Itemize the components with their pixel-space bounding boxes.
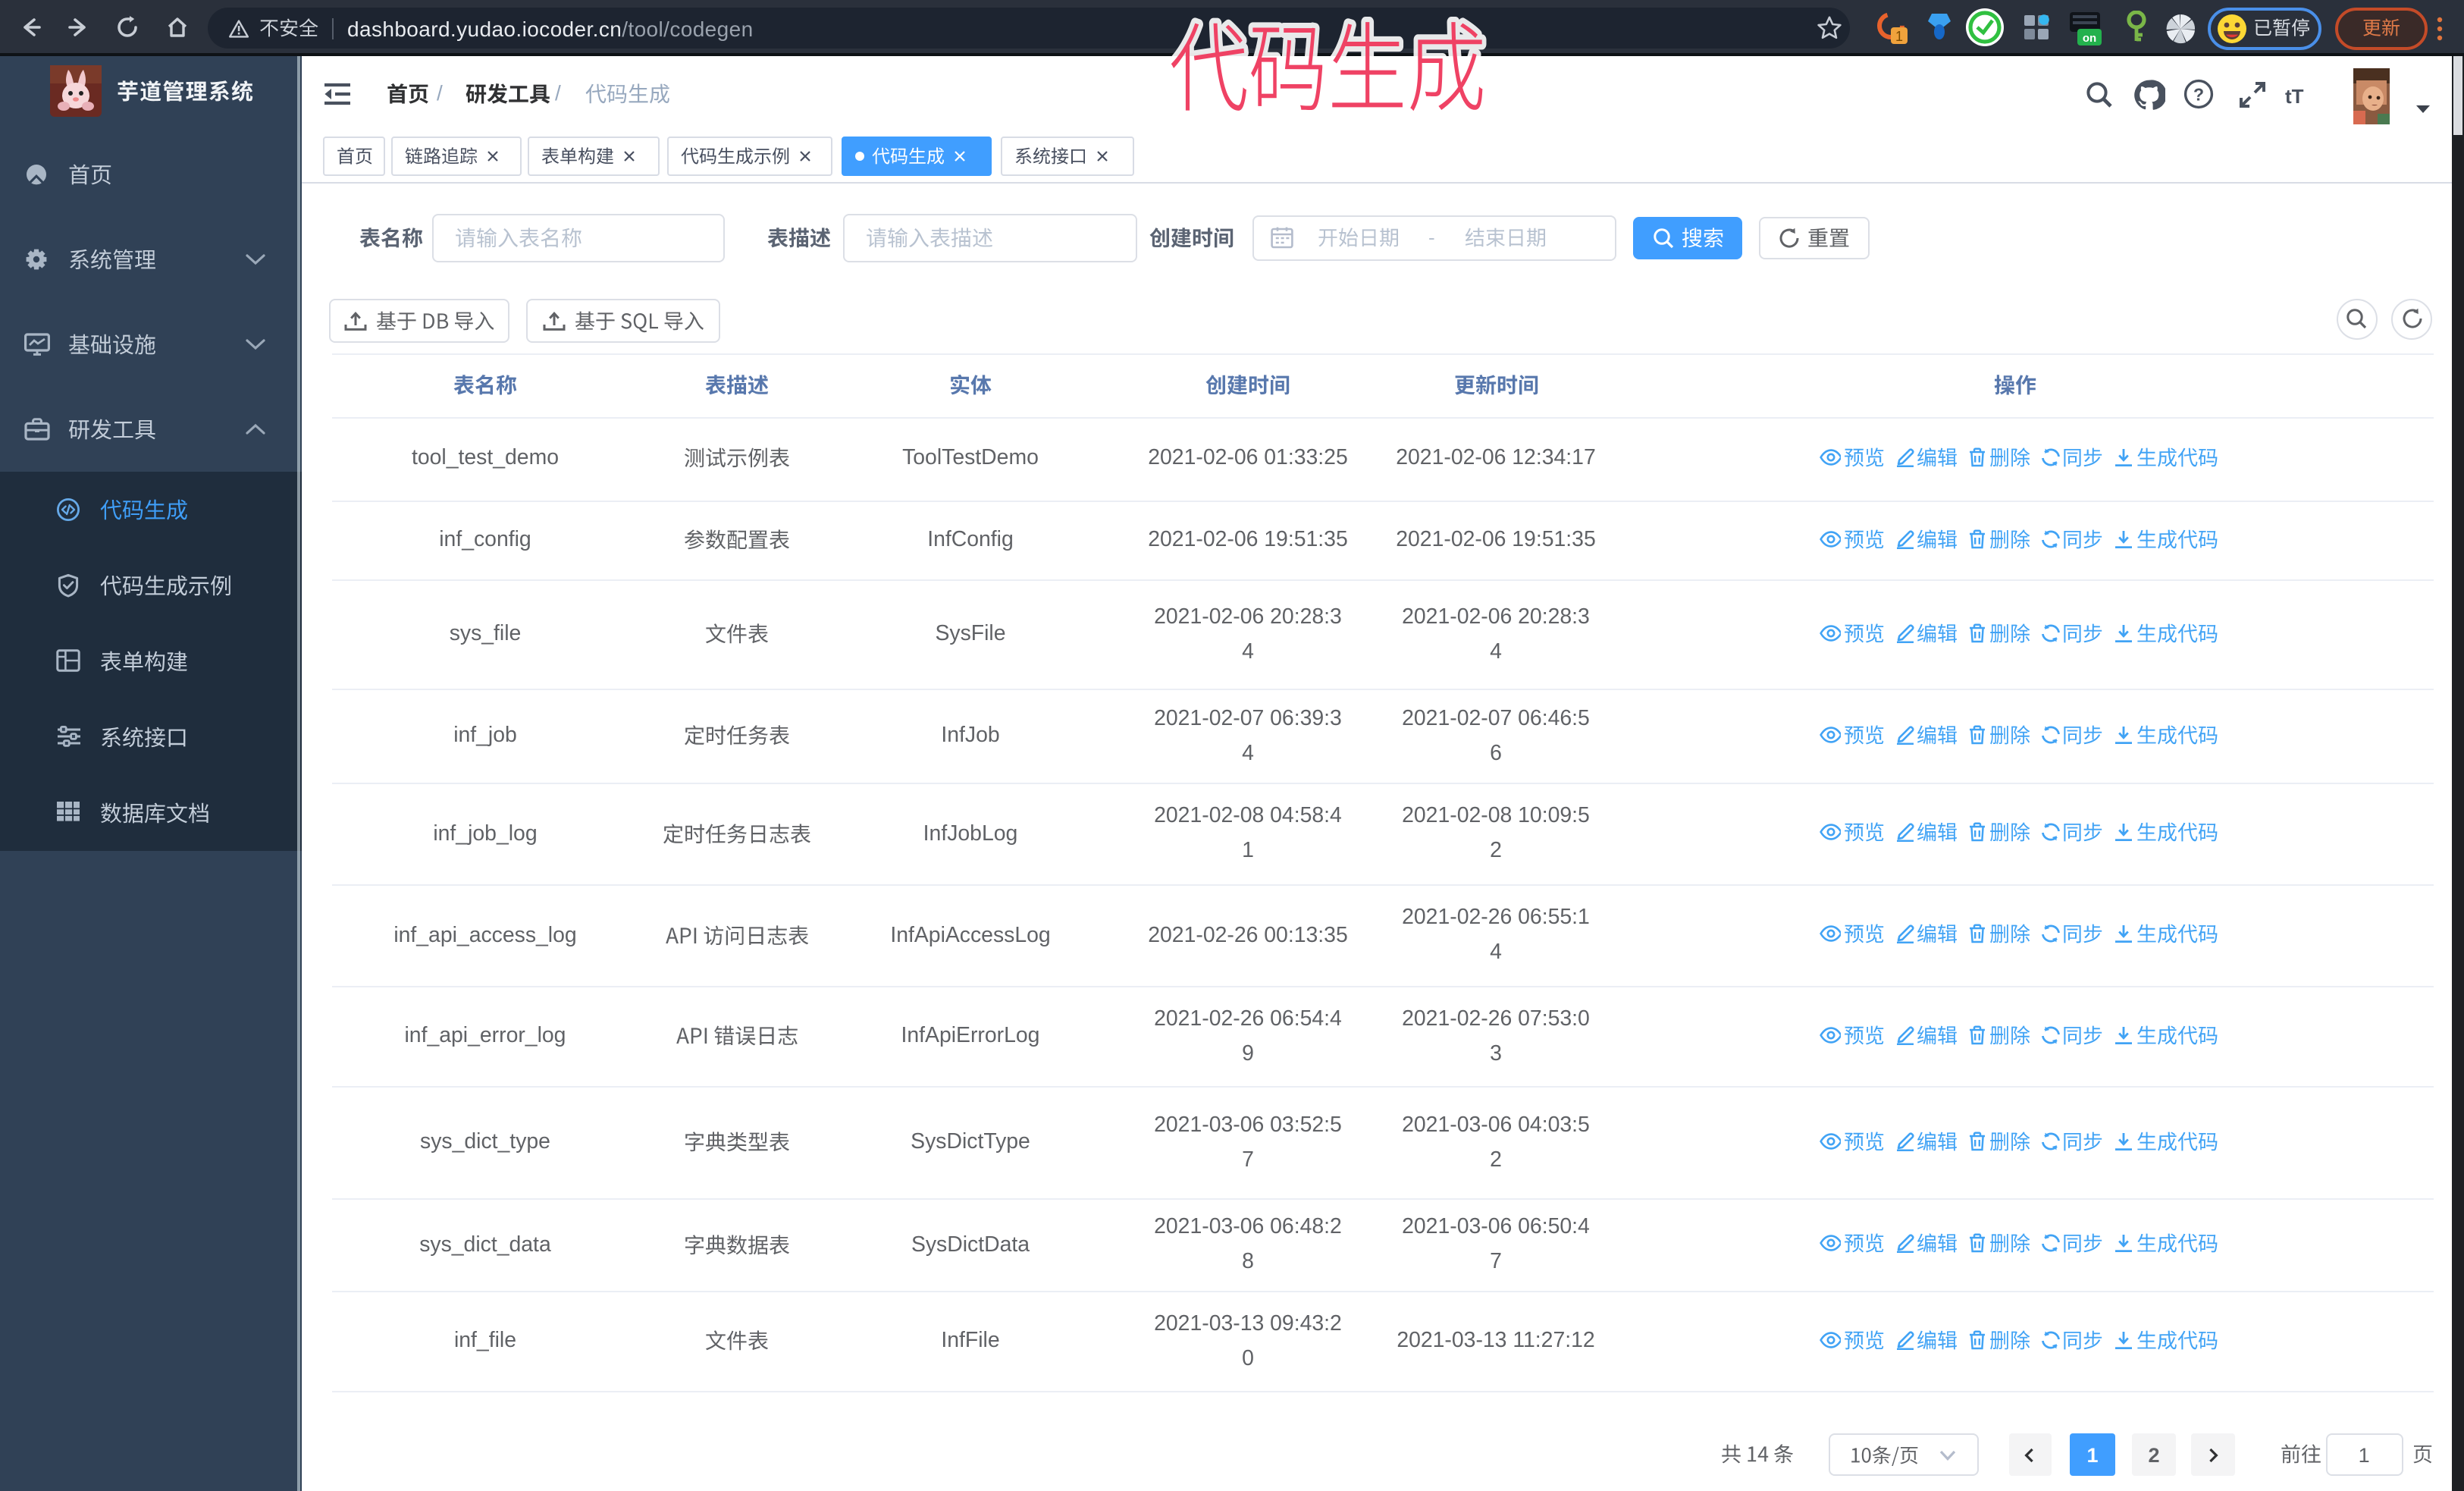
svg-text:?: ? <box>2193 84 2204 104</box>
svg-text:on: on <box>2083 32 2096 45</box>
svg-text:1: 1 <box>1895 29 1903 44</box>
svg-text:tT: tT <box>2285 85 2304 106</box>
